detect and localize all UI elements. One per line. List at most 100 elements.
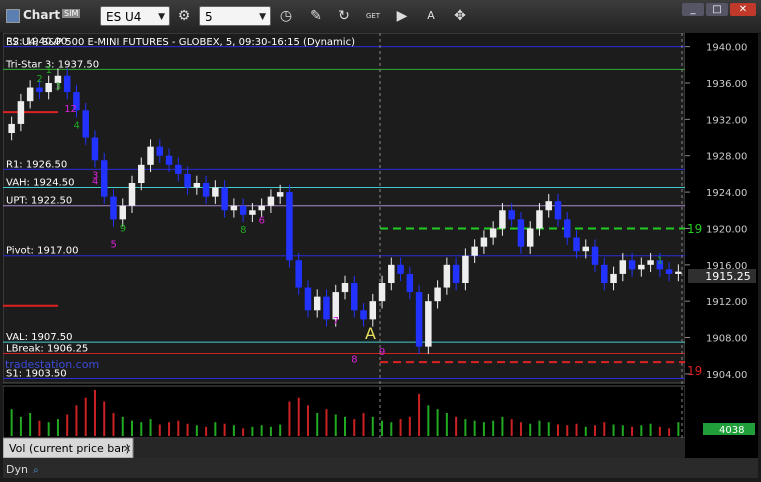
volume-bar: [177, 420, 180, 436]
price-chart[interactable]: Vol (current price bar) ✕ 1940.00 1936.00…: [2, 32, 758, 478]
interval-value: 5: [205, 10, 213, 24]
y-tick-label: 1924.00: [706, 188, 747, 199]
symbol-select[interactable]: ES U4 ▼: [100, 6, 170, 26]
window-title: Chart: [23, 8, 61, 22]
volume-bar: [93, 390, 96, 436]
volume-bar: [232, 425, 235, 436]
candle-body: [619, 260, 627, 274]
sim-badge: SIM: [62, 9, 81, 18]
volume-bar: [594, 425, 597, 436]
candle-body: [26, 87, 34, 102]
candle-body: [313, 296, 321, 311]
refresh-icon[interactable]: ↻: [334, 6, 354, 26]
volume-bar: [612, 424, 615, 436]
volume-bar: [316, 413, 319, 436]
volume-bar: [66, 414, 69, 436]
candle-body: [8, 123, 15, 133]
count-marker: 9: [120, 224, 126, 235]
volume-bar: [519, 422, 522, 436]
candle-body: [91, 137, 99, 161]
candle-body: [425, 301, 432, 347]
title-bar: Chart SIM ES U4 ▼ ⚙ 5 ▼ ◷ ✎ ↻ GET ▶ A ✥ …: [0, 0, 761, 34]
candle-body: [341, 283, 349, 293]
count-marker: 2: [36, 74, 42, 85]
volume-bar: [668, 428, 671, 436]
chart-area[interactable]: Vol (current price bar) ✕ 1940.00 1936.00…: [2, 32, 758, 478]
candle-body: [665, 269, 673, 274]
candle-body: [397, 264, 404, 274]
y-tick-label: 1928.00: [706, 152, 747, 163]
clock-icon[interactable]: ◷: [276, 6, 296, 26]
volume-bar: [547, 422, 550, 436]
close-button[interactable]: ✕: [730, 3, 756, 16]
count-marker: 7: [333, 316, 339, 327]
volume-bar: [19, 416, 22, 436]
search-icon[interactable]: ⌕: [33, 465, 39, 476]
y-tick-label: 1908.00: [706, 334, 747, 345]
close-icon[interactable]: ✕: [123, 444, 131, 455]
candle-body: [128, 183, 136, 206]
candle-body: [564, 219, 571, 238]
candle-body: [591, 246, 599, 265]
candle-body: [351, 283, 358, 311]
tools-icon[interactable]: ✥: [450, 6, 470, 26]
volume-bar: [649, 423, 652, 436]
level-label: Tri-Star 3: 1937.50: [5, 59, 99, 70]
volume-bar: [631, 426, 634, 436]
volume-bar: [121, 416, 124, 436]
y-tick-label: 1904.00: [706, 370, 747, 381]
candle-body: [165, 155, 173, 165]
volume-bar: [279, 424, 282, 436]
volume-bar: [242, 428, 245, 436]
candle-body: [638, 264, 645, 270]
count-marker: 9: [379, 347, 385, 358]
pencil-icon[interactable]: ✎: [306, 6, 326, 26]
minimize-button[interactable]: _: [682, 3, 704, 16]
count-marker: 4: [92, 176, 98, 187]
volume-panel-label: Vol (current price bar): [9, 442, 130, 455]
volume-bar: [492, 420, 495, 436]
volume-bar: [353, 419, 356, 436]
volume-bar: [158, 424, 161, 436]
volume-bar: [658, 426, 661, 436]
candle-body: [258, 205, 265, 211]
volume-bar: [371, 416, 374, 436]
volume-bar: [195, 425, 198, 436]
chart-header: ES U4, S&P 500 E-MINI FUTURES - GLOBEX, …: [6, 37, 355, 48]
candle-body: [110, 196, 117, 220]
level-label: UPT: 1922.50: [6, 196, 72, 207]
candle-body: [156, 146, 164, 156]
candle-body: [82, 110, 89, 138]
volume-bar: [38, 420, 41, 436]
candle-body: [434, 287, 441, 302]
play-icon[interactable]: ▶: [392, 6, 412, 26]
candle-body: [147, 146, 154, 165]
candle-body: [628, 260, 636, 270]
volume-bar: [473, 420, 476, 436]
candle-body: [212, 187, 219, 197]
candle-body: [554, 201, 562, 220]
volume-bar: [306, 405, 309, 436]
maximize-button[interactable]: □: [706, 3, 728, 16]
candle-body: [471, 246, 478, 256]
volume-bar: [334, 414, 337, 436]
get-icon[interactable]: GET: [363, 6, 383, 26]
candle-body: [443, 264, 451, 288]
volume-bar: [677, 422, 680, 436]
interval-select[interactable]: 5 ▼: [199, 6, 271, 26]
volume-bar: [362, 413, 365, 436]
watermark: tradestation.com: [5, 358, 99, 371]
volume-bar: [168, 422, 171, 436]
candle-body: [100, 160, 108, 197]
volume-bar: [584, 426, 587, 436]
gear-icon[interactable]: ⚙: [174, 6, 194, 26]
volume-bar: [556, 424, 559, 436]
candle-body: [202, 183, 210, 197]
volume-bar: [501, 416, 504, 436]
candle-body: [388, 264, 395, 283]
alert-icon[interactable]: A: [421, 6, 441, 26]
candle-body: [489, 228, 497, 238]
candle-body: [221, 187, 228, 211]
candle-body: [36, 87, 43, 93]
count-marker: 3: [55, 82, 61, 93]
